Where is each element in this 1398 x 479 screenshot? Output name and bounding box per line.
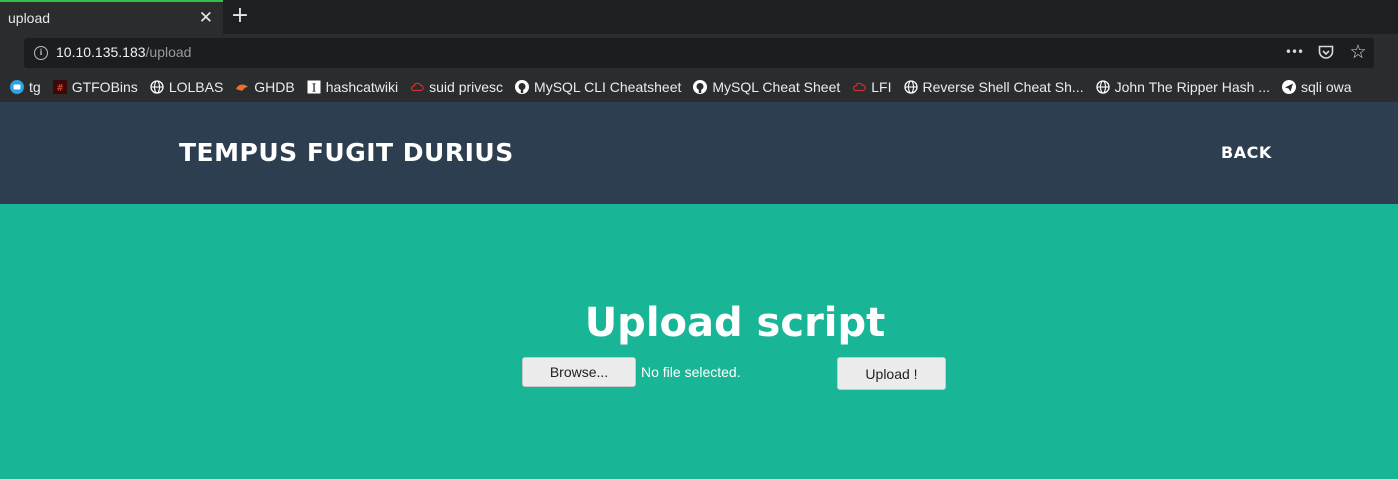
upload-button[interactable]: Upload ! (837, 357, 946, 390)
more-icon[interactable]: ••• (1284, 41, 1304, 63)
new-tab-button[interactable]: + (230, 4, 250, 28)
bookmark-sqli-owa[interactable]: sqli owa (1281, 79, 1352, 95)
bookmark-label: John The Ripper Hash ... (1114, 79, 1270, 95)
url-path: /upload (145, 44, 192, 60)
bookmark-label: MySQL Cheat Sheet (712, 79, 841, 95)
site-header: TEMPUS FUGIT DURIUS BACK (0, 102, 1398, 204)
bookmark-gtfobins[interactable]: # GTFOBins (52, 79, 138, 95)
send-icon (1281, 80, 1296, 94)
bookmark-mysql-cli-cheatsheet[interactable]: MySQL CLI Cheatsheet (515, 79, 681, 95)
bookmark-label: hashcatwiki (325, 79, 399, 95)
file-status-label: No file selected. (641, 364, 741, 380)
ghdb-icon (235, 80, 249, 94)
info-icon[interactable]: i (34, 46, 48, 60)
github-icon (515, 80, 530, 94)
bookmark-label: LFI (871, 79, 892, 95)
bookmark-label: LOLBAS (168, 79, 224, 95)
browser-tab-bar: upload ✕ + (0, 0, 1398, 34)
bookmark-lolbas[interactable]: LOLBAS (150, 79, 223, 95)
bookmark-label: Reverse Shell Cheat Sh... (922, 79, 1084, 95)
bookmark-label: tg (29, 79, 41, 95)
bookmark-label: sqli owa (1300, 79, 1352, 95)
telegram-icon (10, 80, 24, 94)
browse-button[interactable]: Browse... (522, 357, 636, 387)
url-text[interactable]: 10.10.135.183/upload (56, 44, 191, 60)
bookmark-mysql-cheat-sheet[interactable]: MySQL Cheat Sheet (693, 79, 840, 95)
svg-text:#: # (57, 83, 63, 94)
bookmark-hashcatwiki[interactable]: I hashcatwiki (307, 79, 398, 95)
wiki-icon: I (307, 80, 321, 94)
tab-title: upload (8, 10, 51, 26)
site-brand[interactable]: TEMPUS FUGIT DURIUS (179, 138, 514, 167)
bookmark-star-icon[interactable]: ☆ (1348, 41, 1368, 63)
page-title: Upload script (584, 300, 886, 346)
gtfobins-icon: # (52, 80, 67, 94)
bookmark-john-the-ripper[interactable]: John The Ripper Hash ... (1095, 79, 1270, 95)
url-actions: ••• ☆ (1284, 41, 1368, 63)
bookmark-suid-privesc[interactable]: suid privesc (410, 79, 503, 95)
bookmark-label: GTFOBins (71, 79, 138, 95)
cloud-icon (852, 80, 866, 94)
back-link[interactable]: BACK (1221, 143, 1272, 162)
bookmark-tg[interactable]: tg (10, 79, 41, 95)
pocket-icon[interactable] (1316, 41, 1336, 63)
globe-icon (150, 80, 164, 94)
svg-text:I: I (312, 82, 316, 95)
bookmark-label: MySQL CLI Cheatsheet (534, 79, 682, 95)
bookmark-ghdb[interactable]: GHDB (235, 79, 295, 95)
globe-icon (903, 80, 918, 94)
bookmark-label: suid privesc (429, 79, 504, 95)
close-icon[interactable]: ✕ (199, 9, 213, 27)
browser-nav-bar: i 10.10.135.183/upload ••• ☆ (0, 34, 1398, 72)
bookmark-label: GHDB (254, 79, 295, 95)
main-content: Upload script Browse... No file selected… (0, 204, 1398, 479)
browser-tab-upload[interactable]: upload ✕ (0, 0, 223, 34)
github-icon (693, 80, 708, 94)
cloud-icon (410, 80, 424, 94)
bookmarks-toolbar: tg # GTFOBins LOLBAS GHDB I hashcatwiki … (0, 72, 1398, 102)
bookmark-lfi[interactable]: LFI (852, 79, 892, 95)
url-host: 10.10.135.183 (56, 44, 146, 60)
bookmark-reverse-shell-cheat-sheet[interactable]: Reverse Shell Cheat Sh... (903, 79, 1084, 95)
globe-icon (1095, 80, 1110, 94)
url-bar[interactable]: i 10.10.135.183/upload ••• ☆ (24, 38, 1374, 68)
